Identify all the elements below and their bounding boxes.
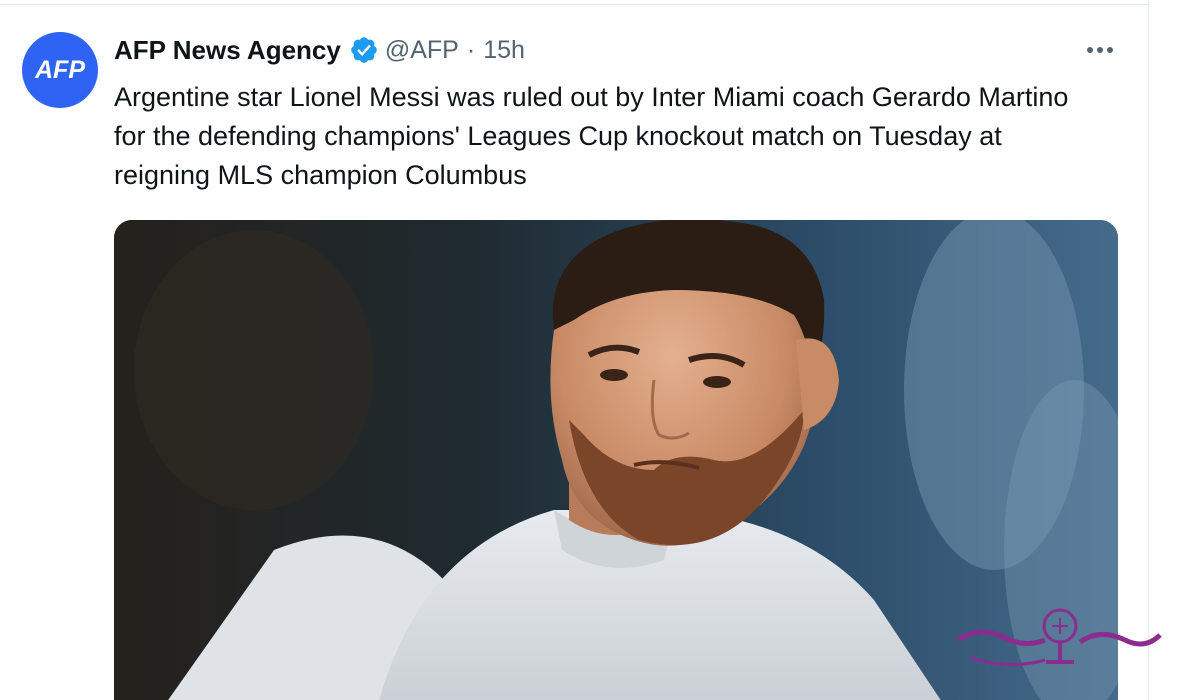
more-options-icon[interactable] (1082, 38, 1118, 62)
author-handle[interactable]: @AFP (385, 36, 459, 65)
avatar-label: AFP (35, 55, 85, 84)
top-divider (0, 4, 1148, 5)
author-name[interactable]: AFP News Agency (114, 35, 341, 66)
tweet-screenshot: AFP AFP News Agency @AFP · 15h Argentine… (0, 0, 1200, 700)
tweet-text: Argentine star Lionel Messi was ruled ou… (114, 82, 1069, 190)
separator-dot: · (466, 35, 476, 64)
avatar[interactable]: AFP (22, 32, 98, 108)
watermark-logo (950, 600, 1170, 680)
timeline-divider (1148, 0, 1149, 700)
more-dot (1097, 47, 1103, 53)
more-dot (1107, 47, 1113, 53)
timestamp[interactable]: 15h (483, 36, 525, 65)
more-dot (1087, 47, 1093, 53)
tweet-header: AFP News Agency @AFP · 15h (114, 30, 525, 70)
verified-badge-icon (349, 35, 379, 65)
